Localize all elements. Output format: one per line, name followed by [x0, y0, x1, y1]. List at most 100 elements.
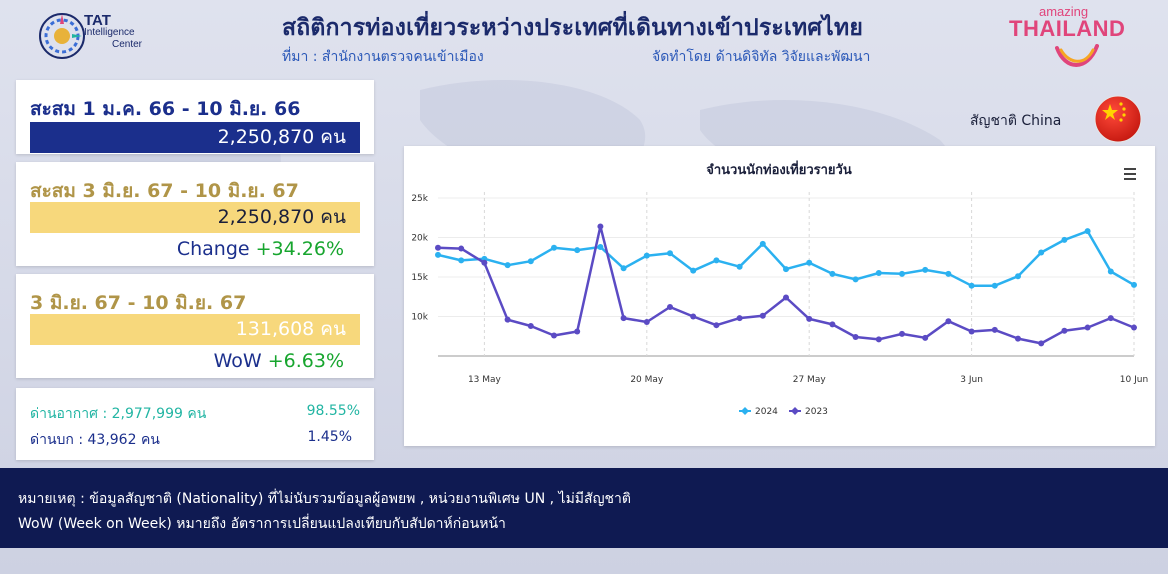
data-point-2023 [481, 259, 488, 266]
kpi-value: 2,250,870 คน [30, 122, 360, 153]
data-point-2023 [504, 316, 511, 323]
data-point-2024 [574, 247, 581, 254]
page-title: สถิติการท่องเที่ยวระหว่างประเทศที่เดินทา… [282, 15, 863, 41]
data-point-2024 [1038, 249, 1045, 256]
data-point-2023 [643, 319, 650, 326]
logo-line2: Center [112, 39, 143, 50]
data-point-2023 [620, 315, 627, 322]
legend-swatch-marker [791, 407, 799, 415]
data-point-2024 [713, 257, 720, 264]
air-row: ด่านอากาศ : 2,977,999 คน 98.55% [30, 403, 360, 425]
data-point-2023 [574, 328, 581, 335]
x-tick-label: 10 Jun [1120, 375, 1148, 385]
series-line-2024 [437, 229, 1135, 287]
data-point-2024 [875, 270, 882, 277]
data-point-2024 [783, 266, 789, 273]
data-point-2024 [852, 276, 859, 283]
x-tick-label: 13 May [468, 375, 502, 385]
data-point-2023 [551, 332, 557, 339]
data-point-2023 [759, 312, 766, 319]
china-flag-icon [1094, 95, 1142, 143]
data-point-2024 [458, 257, 465, 264]
x-tick-label: 20 May [630, 375, 664, 385]
data-point-2023 [922, 334, 929, 341]
data-point-2024 [597, 243, 604, 250]
data-point-2024 [1061, 236, 1068, 243]
y-tick-label: 20k [411, 234, 428, 244]
data-point-2024 [643, 252, 650, 259]
brand-main-text: THAILAND [1009, 16, 1126, 41]
data-point-2024 [435, 251, 441, 258]
data-point-2024 [806, 259, 813, 266]
producer-text: จัดทำโดย ด้านดิจิทัล วิจัยและพัฒนา [652, 49, 871, 65]
nationality-label: สัญชาติ China [970, 113, 1062, 129]
wow-line: WoW +6.63% [214, 350, 344, 372]
logo-text: TAT Intelligence Center [84, 13, 143, 51]
x-tick-label: 27 May [793, 375, 827, 385]
data-point-2023 [1015, 335, 1021, 342]
data-point-2023 [690, 313, 697, 320]
land-label: ด่านบก : 43,962 คน [30, 432, 160, 448]
data-point-2024 [922, 266, 929, 273]
data-point-2024 [1084, 228, 1091, 235]
change-value: +34.26% [255, 238, 344, 260]
wow-value: +6.63% [267, 350, 344, 372]
brand-swoosh-icon [1055, 44, 1099, 67]
data-point-2023 [736, 315, 743, 322]
air-pct: 98.55% [306, 403, 360, 419]
data-point-2024 [945, 270, 952, 277]
series-line-2023 [437, 225, 1135, 345]
x-tick-label: 3 Jun [960, 375, 983, 385]
data-point-2023 [783, 294, 789, 301]
data-point-2024 [759, 240, 766, 247]
land-pct: 1.45% [307, 429, 352, 445]
data-point-2023 [806, 315, 813, 322]
footer-note-2: WoW (Week on Week) หมายถึง อัตราการเปลี่… [18, 516, 506, 532]
data-point-2024 [991, 282, 998, 289]
data-point-2023 [1038, 340, 1045, 347]
kpi-card-cumulative-curr: สะสม 3 มิ.ย. 67 - 10 มิ.ย. 67 2,250,870 … [16, 162, 374, 266]
data-point-2024 [690, 267, 697, 274]
data-point-2023 [527, 322, 534, 329]
change-line: Change +34.26% [177, 238, 344, 260]
data-point-2024 [899, 270, 905, 277]
wow-label: WoW [213, 350, 262, 372]
data-point-2024 [527, 258, 534, 265]
data-point-2023 [435, 244, 441, 251]
y-tick-label: 10k [411, 313, 428, 323]
data-point-2024 [667, 250, 673, 257]
data-point-2023 [899, 330, 905, 337]
data-point-2023 [1061, 327, 1068, 334]
legend-label: 2024 [755, 407, 778, 417]
chart-title: จำนวนนักท่องเที่ยวรายวัน [706, 160, 852, 178]
data-point-2023 [667, 304, 673, 311]
kpi-value: 131,608 คน [30, 314, 360, 345]
data-point-2023 [1107, 315, 1114, 322]
data-point-2024 [829, 270, 836, 277]
kpi-card-split: ด่านอากาศ : 2,977,999 คน 98.55% ด่านบก :… [16, 388, 374, 460]
data-point-2024 [1131, 281, 1137, 288]
data-point-2023 [875, 336, 882, 343]
legend-label: 2023 [805, 407, 828, 417]
data-point-2024 [551, 244, 557, 251]
y-tick-label: 25k [411, 194, 428, 204]
kpi-value: 2,250,870 คน [30, 202, 360, 233]
data-point-2024 [620, 265, 627, 272]
data-point-2023 [458, 245, 465, 252]
data-point-2023 [829, 321, 836, 328]
y-tick-label: 15k [411, 273, 428, 283]
data-point-2024 [736, 263, 743, 270]
kpi-card-week: 3 มิ.ย. 67 - 10 มิ.ย. 67 131,608 คน WoW … [16, 274, 374, 378]
data-point-2023 [991, 326, 998, 333]
data-point-2024 [1015, 273, 1021, 280]
data-point-2023 [852, 334, 859, 341]
land-row: ด่านบก : 43,962 คน 1.45% [30, 429, 360, 451]
footer-notes: หมายเหตุ : ข้อมูลสัญชาติ (Nationality) ท… [0, 468, 1168, 548]
change-label: Change [176, 238, 250, 260]
kpi-card-cumulative-prev: สะสม 1 ม.ค. 66 - 10 มิ.ย. 66 2,250,870 ค… [16, 80, 374, 154]
source-text: ที่มา : สำนักงานตรวจคนเข้าเมือง [282, 49, 484, 65]
data-point-2023 [1131, 324, 1137, 331]
data-point-2023 [713, 322, 720, 329]
data-point-2023 [1084, 324, 1091, 331]
chart-menu-icon[interactable] [1124, 168, 1136, 182]
